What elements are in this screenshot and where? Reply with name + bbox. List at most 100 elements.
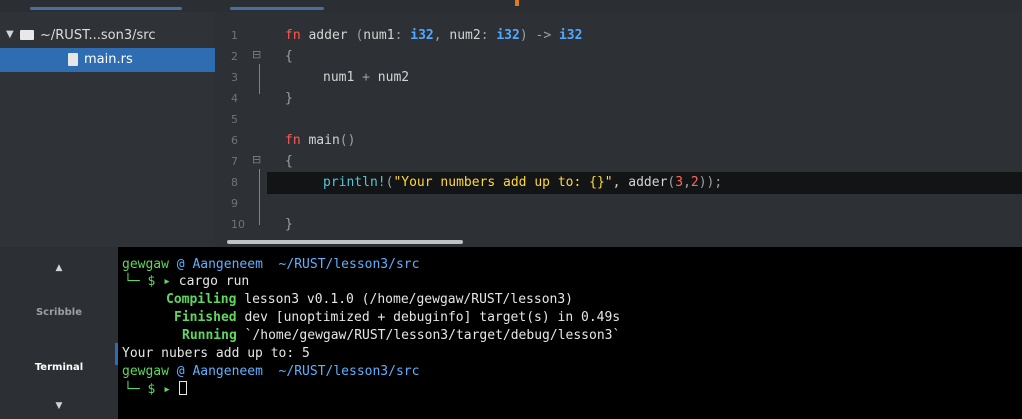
file-label: main.rs xyxy=(84,52,133,67)
terminal-prompt: $ ▸ xyxy=(147,382,179,397)
token-punct: : xyxy=(394,28,411,43)
code-line-8-current: println!("Your numbers add up to: {}", a… xyxy=(267,172,1022,194)
line-number-gutter: 1 2 3 4 5 6 7 8 9 10 ⊟ ⊟ xyxy=(215,12,267,237)
token-call: , adder xyxy=(612,175,668,190)
terminal-prompt-header: gewgaw @ Aangeneem ~/RUST/lesson3/src xyxy=(122,257,419,272)
terminal-host: Aangeneem xyxy=(192,257,263,272)
line-number: 4 xyxy=(231,92,238,105)
token-keyword: fn xyxy=(285,133,301,148)
status-running: Running xyxy=(182,328,237,343)
sidebar-tab-indicator[interactable] xyxy=(30,7,182,10)
tree-file-row-main-rs[interactable]: main.rs xyxy=(0,48,215,72)
token-string: " xyxy=(604,175,613,190)
terminal-cwd: ~/RUST/lesson3/src xyxy=(262,257,420,272)
terminal-user: gewgaw xyxy=(122,364,169,379)
token-string: "Your numbers add up to: xyxy=(393,175,590,190)
terminal-running-line: Running `/home/gewgaw/RUST/lesson3/targe… xyxy=(182,328,620,343)
code-line-4: } xyxy=(285,91,293,106)
modified-marker xyxy=(515,0,519,6)
terminal-cwd: ~/RUST/lesson3/src xyxy=(262,364,420,379)
dock-scroll-down-icon[interactable]: ▼ xyxy=(0,401,118,411)
code-line-2: { xyxy=(285,49,293,64)
token-arrow: -> xyxy=(527,28,559,43)
fold-toggle-icon[interactable]: ⊟ xyxy=(252,48,266,61)
folder-icon xyxy=(20,30,34,40)
tree-folder-row[interactable]: ▼ ~/RUST...son3/src xyxy=(0,24,215,48)
dock-scroll-up-icon[interactable]: ▲ xyxy=(0,263,118,273)
token-ident: num1 xyxy=(363,28,395,43)
compiling-text: lesson3 v0.1.0 (/home/gewgaw/RUST/lesson… xyxy=(236,292,573,307)
line-number: 9 xyxy=(231,197,238,210)
horizontal-scrollbar[interactable] xyxy=(227,240,463,244)
line-number: 8 xyxy=(231,176,238,189)
terminal-command-line: └─ $ ▸ cargo run xyxy=(124,274,249,289)
dock-tab-terminal[interactable]: Terminal xyxy=(0,362,118,373)
token-type: i32 xyxy=(496,28,520,43)
token-punct: , xyxy=(433,28,450,43)
terminal-cursor xyxy=(178,381,187,395)
status-finished: Finished xyxy=(174,310,237,325)
dock-tab-scribble[interactable]: Scribble xyxy=(0,307,118,318)
token-number: 3 xyxy=(675,175,684,190)
token-ident: num2 xyxy=(377,70,410,85)
terminal-program-output: Your nubers add up to: 5 xyxy=(122,346,310,361)
token-fn-name: main xyxy=(300,133,340,148)
token-keyword: fn xyxy=(285,28,301,43)
token-format-braces: {} xyxy=(589,175,605,190)
token-punct: )) xyxy=(698,175,715,190)
terminal-command: cargo run xyxy=(178,274,250,289)
editor-tab-indicator[interactable] xyxy=(230,7,324,10)
terminal-at: @ xyxy=(168,364,193,379)
line-number: 1 xyxy=(231,29,238,42)
line-number: 10 xyxy=(231,218,245,231)
fold-guide xyxy=(259,64,260,94)
token-number: 2 xyxy=(690,175,699,190)
token-macro: println! xyxy=(323,175,386,190)
running-text: `/home/gewgaw/RUST/lesson3/target/debug/… xyxy=(236,328,621,343)
token-operator: + xyxy=(354,70,378,85)
token-punct: , xyxy=(683,175,691,190)
fold-toggle-icon[interactable]: ⊟ xyxy=(252,153,266,166)
terminal-at: @ xyxy=(168,257,193,272)
token-brace: { xyxy=(285,154,293,169)
expand-arrow-icon[interactable]: ▼ xyxy=(6,29,14,40)
token-semicolon: ; xyxy=(714,175,723,190)
terminal-user: gewgaw xyxy=(122,257,169,272)
terminal-input-line[interactable]: └─ $ ▸ xyxy=(124,381,187,397)
token-fn-name: adder xyxy=(300,28,356,43)
terminal-prompt-header-2: gewgaw @ Aangeneem ~/RUST/lesson3/src xyxy=(122,364,419,379)
code-line-10: } xyxy=(285,217,293,232)
bottom-dock-sidebar: ▲ Scribble Terminal ▼ xyxy=(0,247,118,419)
terminal-panel[interactable]: gewgaw @ Aangeneem ~/RUST/lesson3/src └─… xyxy=(118,247,1022,419)
folder-label: ~/RUST...son3/src xyxy=(40,28,156,43)
fold-guide xyxy=(259,169,260,225)
line-number: 6 xyxy=(231,134,238,147)
terminal-prompt: $ ▸ xyxy=(147,274,179,289)
token-punct: : xyxy=(480,28,497,43)
line-number: 3 xyxy=(231,71,238,84)
code-line-6: fn main() xyxy=(285,133,355,148)
terminal-host: Aangeneem xyxy=(192,364,263,379)
code-editor[interactable]: 1 2 3 4 5 6 7 8 9 10 ⊟ ⊟ fn adder (num1:… xyxy=(215,12,1022,247)
terminal-tree-glyph: └─ xyxy=(124,274,148,289)
token-brace: { xyxy=(285,49,293,64)
token-type: i32 xyxy=(558,28,583,43)
line-number: 7 xyxy=(231,155,238,168)
code-line-7: { xyxy=(285,154,293,169)
top-tab-strip xyxy=(0,0,1022,12)
token-ident: num1 xyxy=(323,70,355,85)
file-icon xyxy=(68,53,78,66)
code-line-1: fn adder (num1: i32, num2: i32) -> i32 xyxy=(285,28,582,43)
terminal-finished-line: Finished dev [unoptimized + debuginfo] t… xyxy=(174,310,620,325)
token-brace: } xyxy=(285,91,293,106)
token-type: i32 xyxy=(410,28,434,43)
token-ident: num2 xyxy=(449,28,481,43)
status-compiling: Compiling xyxy=(166,292,237,307)
file-tree-panel: ▼ ~/RUST...son3/src main.rs xyxy=(0,12,215,247)
terminal-tree-glyph: └─ xyxy=(124,382,148,397)
finished-text: dev [unoptimized + debuginfo] target(s) … xyxy=(236,310,621,325)
line-number: 5 xyxy=(231,113,238,126)
terminal-compiling-line: Compiling lesson3 v0.1.0 (/home/gewgaw/R… xyxy=(166,292,573,307)
token-punct: ) xyxy=(519,28,528,43)
line-number: 2 xyxy=(231,50,238,63)
